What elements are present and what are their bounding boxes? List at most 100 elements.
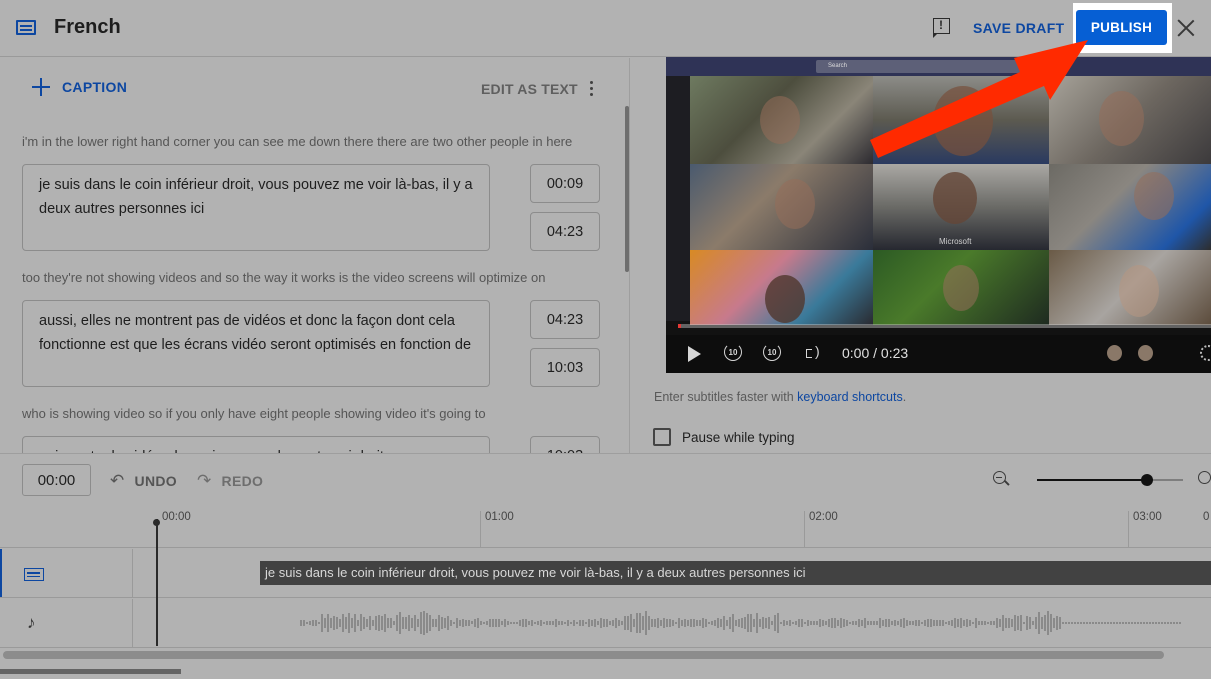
zoom-out-icon[interactable] — [993, 471, 1006, 484]
segment-end-time[interactable]: 10:03 — [530, 348, 600, 387]
add-caption-button[interactable]: CAPTION — [32, 78, 127, 96]
publish-button[interactable]: PUBLISH — [1076, 10, 1167, 45]
waveform-bar — [318, 621, 320, 625]
waveform-bar — [507, 621, 509, 625]
subtitles-icon — [24, 568, 44, 581]
waveform-bar — [495, 619, 497, 627]
waveform-bar — [837, 620, 839, 626]
waveform-bar — [990, 620, 992, 626]
segment-start-time[interactable]: 10:03 — [530, 436, 600, 453]
waveform-bar — [720, 619, 722, 627]
video-participant-tile — [690, 250, 873, 325]
waveform-bar — [1167, 622, 1169, 624]
tick-label: 03:00 — [1133, 511, 1162, 523]
video-progress-bar[interactable] — [678, 324, 1211, 328]
segment-text-input[interactable]: qui montre la vidéo, donc si vous seulem… — [22, 436, 490, 453]
playhead[interactable] — [156, 519, 158, 646]
segment-text-input[interactable]: aussi, elles ne montrent pas de vidéos e… — [22, 300, 490, 387]
waveform-bar — [1119, 622, 1121, 624]
caption-track-header[interactable] — [0, 549, 133, 597]
waveform-bar — [378, 614, 380, 632]
volume-icon[interactable] — [806, 343, 824, 361]
waveform-bar — [348, 612, 350, 634]
waveform-bar — [1095, 622, 1097, 624]
segment-start-time[interactable]: 04:23 — [530, 300, 600, 339]
waveform-bar — [426, 612, 428, 634]
waveform-bar — [717, 618, 719, 628]
zoom-slider-thumb[interactable] — [1140, 474, 1153, 486]
editor-scrollbar[interactable] — [625, 106, 629, 272]
current-time-input[interactable]: 00:00 — [22, 464, 91, 496]
pause-while-typing-checkbox[interactable]: Pause while typing — [653, 428, 795, 446]
waveform-bar — [864, 618, 866, 628]
waveform-bar — [594, 619, 596, 627]
zoom-in-icon[interactable] — [1198, 471, 1211, 484]
waveform-bar — [402, 617, 404, 629]
waveform-bar — [588, 618, 590, 628]
segment-text-input[interactable]: je suis dans le coin inférieur droit, vo… — [22, 164, 490, 251]
redo-button[interactable]: ↷ REDO — [197, 471, 263, 491]
page-horizontal-scrollbar[interactable] — [0, 669, 181, 674]
waveform-bar — [981, 621, 983, 625]
waveform-bar — [417, 619, 419, 627]
waveform-bar — [645, 611, 647, 635]
waveform-bar — [1155, 622, 1157, 624]
waveform-bar — [1083, 622, 1085, 624]
waveform-bar — [996, 618, 998, 628]
waveform-bar — [1089, 622, 1091, 624]
timeline-ruler[interactable]: 00:00 01:00 02:00 03:00 0 — [0, 503, 1211, 548]
waveform-bar — [1008, 617, 1010, 629]
waveform-bar — [693, 618, 695, 628]
waveform-bar — [711, 620, 713, 626]
play-icon[interactable] — [688, 346, 701, 362]
waveform-bar — [573, 620, 575, 626]
feedback-icon[interactable]: ! — [932, 18, 950, 38]
segment-original-text: too they're not showing videos and so th… — [22, 270, 546, 285]
waveform-bar — [642, 615, 644, 631]
caption-block[interactable]: je suis dans le coin inférieur droit, vo… — [260, 561, 1211, 585]
waveform-bar — [945, 621, 947, 625]
video-frame-search: Search — [816, 60, 1054, 73]
tick-mark — [480, 511, 481, 548]
waveform-bar — [759, 619, 761, 627]
waveform-bar — [924, 620, 926, 626]
waveform-bar — [792, 621, 794, 625]
segment-start-time[interactable]: 00:09 — [530, 164, 600, 203]
edit-as-text-button[interactable]: EDIT AS TEXT — [481, 81, 578, 97]
waveform-bar — [849, 621, 851, 625]
waveform-bar — [870, 620, 872, 626]
waveform-bar — [609, 620, 611, 626]
waveform-bar — [414, 615, 416, 631]
waveform-bar — [774, 615, 776, 631]
waveform-bar — [933, 619, 935, 627]
more-options-icon[interactable] — [590, 81, 594, 97]
forward-10-icon[interactable]: 10 — [763, 343, 781, 361]
settings-gear-icon[interactable] — [1200, 345, 1211, 361]
waveform-bar — [474, 618, 476, 628]
undo-icon: ↶ — [110, 471, 125, 490]
timeline-zoom-slider[interactable] — [1037, 474, 1183, 486]
close-icon[interactable] — [1177, 19, 1195, 37]
waveform-bar — [558, 621, 560, 625]
waveform-bar — [1065, 622, 1067, 624]
waveform-bar — [1179, 622, 1181, 624]
timeline-horizontal-scrollbar[interactable] — [3, 651, 1164, 659]
waveform-bar — [480, 620, 482, 626]
video-controls: 10 10 0:00 / 0:23 — [666, 335, 1211, 373]
waveform-bar — [714, 620, 716, 626]
waveform-bar — [957, 618, 959, 627]
waveform-bar — [564, 621, 566, 624]
tick-label: 01:00 — [485, 511, 514, 523]
waveform-bar — [657, 618, 659, 628]
save-draft-button[interactable]: SAVE DRAFT — [973, 20, 1064, 36]
undo-button[interactable]: ↶ UNDO — [110, 471, 177, 491]
keyboard-shortcuts-link[interactable]: keyboard shortcuts — [797, 390, 903, 404]
waveform-bar — [963, 620, 965, 626]
checkbox-box[interactable] — [653, 428, 671, 446]
segment-end-time[interactable]: 04:23 — [530, 212, 600, 251]
waveform-bar — [855, 621, 857, 625]
waveform-bar — [1107, 622, 1109, 624]
video-player[interactable]: Search Microsoft 10 10 0:00 / 0:23 — [666, 57, 1211, 373]
participant-thumbnail — [1138, 345, 1153, 361]
rewind-10-icon[interactable]: 10 — [724, 343, 742, 361]
